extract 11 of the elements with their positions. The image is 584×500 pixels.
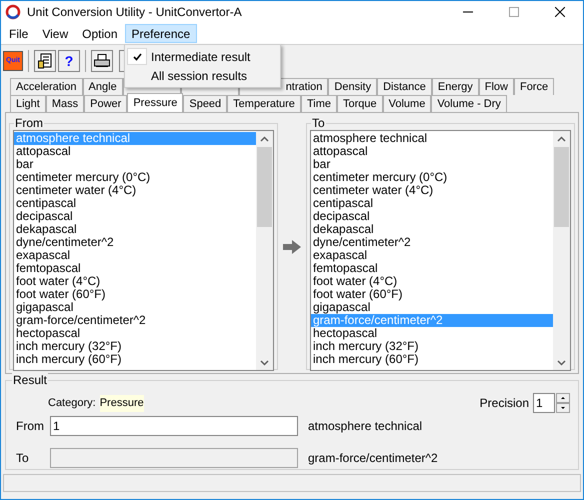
to-unit: gram-force/centimeter^2 bbox=[308, 450, 438, 467]
precision-label: Precision bbox=[480, 395, 529, 412]
from-unit: atmosphere technical bbox=[308, 418, 422, 435]
category-label: Category: bbox=[48, 396, 96, 411]
to-label: To bbox=[16, 450, 30, 467]
window-title: Unit Conversion Utility - UnitConvertor-A bbox=[27, 4, 242, 21]
list-title: From bbox=[14, 116, 44, 130]
category-value: Pressure bbox=[100, 395, 144, 412]
list-title: To bbox=[311, 116, 326, 130]
from-label: From bbox=[16, 418, 45, 435]
result-title: Result bbox=[12, 373, 48, 387]
